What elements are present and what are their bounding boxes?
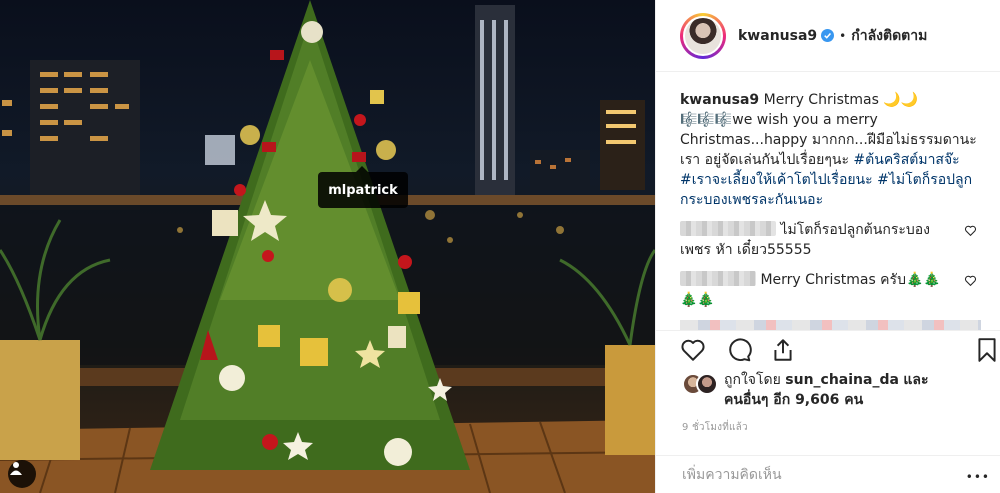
post-timestamp[interactable]: 9 ชั่วโมงที่แล้ว [682, 420, 748, 435]
share-icon[interactable] [770, 337, 796, 363]
comment-like-heart-icon[interactable] [964, 224, 977, 237]
liked-by-user-link[interactable]: sun_chaina_da [785, 372, 899, 388]
christmas-tree-photo [0, 0, 655, 493]
caption-line1: Merry Christmas 🌙🌙 [763, 92, 919, 108]
post-header: kwanusa9 • กำลังติดตาม [656, 0, 1000, 72]
likes-summary: ถูกใจโดย sun_chaina_da และ คนอื่นๆ อีก 9… [682, 370, 929, 410]
blurred-username [680, 271, 756, 286]
comment-icon[interactable] [726, 337, 752, 363]
action-bar [656, 330, 1000, 368]
tagged-user-label[interactable]: mlpatrick [318, 166, 408, 208]
post-side-panel: kwanusa9 • กำลังติดตาม kwanusa9 Merry Ch… [655, 0, 1000, 493]
header-separator: • [839, 28, 847, 43]
header-username[interactable]: kwanusa9 [738, 28, 817, 44]
following-button[interactable]: กำลังติดตาม [851, 25, 927, 47]
avatar-story-ring[interactable] [680, 12, 726, 59]
caption-username[interactable]: kwanusa9 [680, 92, 759, 108]
hashtag-link[interactable]: #ต้นคริสต์มาสจ๊ะ [853, 152, 959, 168]
liked-by-and: และ [903, 372, 929, 388]
blurred-comment [680, 320, 981, 330]
add-comment-input[interactable]: เพิ่มความคิดเห็น [656, 455, 1000, 493]
bookmark-icon[interactable] [974, 337, 1000, 363]
comment-item: ไม่โตก็รอปลูกต้นกระบองเพชร หัา เดี๋ยว555… [680, 220, 981, 260]
more-options-icon[interactable]: ••• [966, 470, 990, 484]
post-caption: kwanusa9 Merry Christmas 🌙🌙 🎼🎼🎼we wish y… [680, 90, 981, 210]
avatar[interactable] [683, 15, 723, 56]
likes-text: ถูกใจโดย sun_chaina_da และ คนอื่นๆ อีก 9… [724, 370, 929, 410]
verified-badge-icon [821, 29, 835, 42]
heart-icon[interactable] [680, 337, 706, 363]
comment-like-heart-icon[interactable] [964, 274, 977, 287]
comment-item: Merry Christmas ครับ🎄🎄 🎄🎄 [680, 270, 981, 310]
comments-list[interactable]: kwanusa9 Merry Christmas 🌙🌙 🎼🎼🎼we wish y… [656, 72, 1000, 330]
user-tag-icon [10, 462, 22, 475]
user-tag-button[interactable] [8, 460, 36, 488]
hashtag-link[interactable]: #เราจะเลี้ยงให้เค้าโตไปเรื่อยนะ [680, 172, 873, 188]
avatar[interactable] [696, 373, 718, 395]
liker-avatars[interactable] [682, 373, 718, 395]
others-likes-link[interactable]: คนอื่นๆ อีก 9,606 คน [724, 392, 863, 408]
post-photo[interactable]: mlpatrick [0, 0, 655, 493]
blurred-username [680, 221, 776, 236]
liked-by-prefix: ถูกใจโดย [724, 372, 781, 388]
